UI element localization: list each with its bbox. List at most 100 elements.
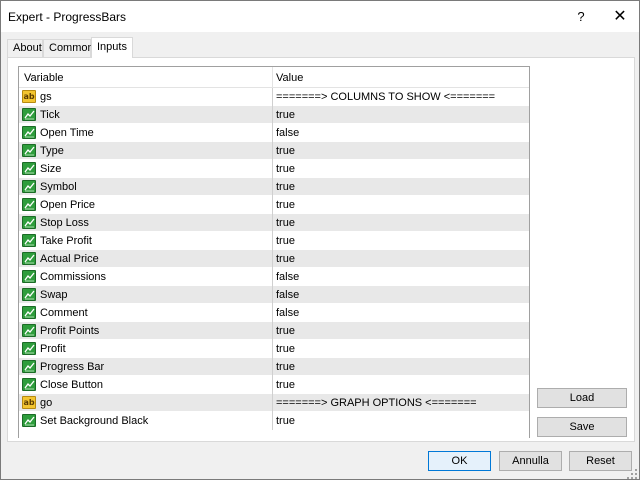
variable-cell[interactable]: Open Time <box>19 124 272 142</box>
variable-cell[interactable]: Actual Price <box>19 250 272 268</box>
variable-cell[interactable]: Open Price <box>19 196 272 214</box>
input-row[interactable]: Actual Price true <box>19 250 529 268</box>
column-header-value[interactable]: Value <box>276 72 303 84</box>
variable-cell[interactable]: ab gs <box>19 88 272 106</box>
resize-grip-icon[interactable] <box>627 469 637 479</box>
variable-name: Actual Price <box>40 253 99 265</box>
variable-cell[interactable]: Tick <box>19 106 272 124</box>
param-icon <box>22 108 36 121</box>
value-cell[interactable]: false <box>276 271 299 283</box>
value-cell[interactable]: false <box>276 307 299 319</box>
value-cell[interactable]: true <box>276 163 295 175</box>
input-row[interactable]: Open Price true <box>19 196 529 214</box>
variable-name: Type <box>40 145 64 157</box>
cell-divider <box>272 340 273 358</box>
input-row[interactable]: Open Time false <box>19 124 529 142</box>
input-row[interactable]: Take Profit true <box>19 232 529 250</box>
input-row[interactable]: Close Button true <box>19 376 529 394</box>
value-cell[interactable]: true <box>276 361 295 373</box>
variable-cell[interactable]: Type <box>19 142 272 160</box>
input-row[interactable]: Set Background Black true <box>19 412 529 430</box>
param-icon <box>22 198 36 211</box>
save-button[interactable]: Save <box>537 417 627 437</box>
variable-cell[interactable]: Comment <box>19 304 272 322</box>
input-row[interactable]: Commissions false <box>19 268 529 286</box>
cell-divider <box>272 250 273 268</box>
variable-cell[interactable]: Swap <box>19 286 272 304</box>
value-cell[interactable]: true <box>276 343 295 355</box>
value-cell[interactable]: true <box>276 199 295 211</box>
variable-name: Commissions <box>40 271 107 283</box>
value-cell[interactable]: =======> GRAPH OPTIONS <======= <box>276 397 477 409</box>
value-cell[interactable]: true <box>276 181 295 193</box>
value-cell[interactable]: false <box>276 289 299 301</box>
variable-name: gs <box>40 91 52 103</box>
value-cell[interactable]: true <box>276 379 295 391</box>
ok-button[interactable]: OK <box>428 451 491 471</box>
column-divider[interactable] <box>272 67 273 88</box>
variable-name: Open Time <box>40 127 94 139</box>
cell-divider <box>272 232 273 250</box>
variable-name: Take Profit <box>40 235 92 247</box>
cancel-button[interactable]: Annulla <box>499 451 562 471</box>
input-row[interactable]: Progress Bar true <box>19 358 529 376</box>
column-header-variable[interactable]: Variable <box>24 72 64 84</box>
param-icon <box>22 216 36 229</box>
value-cell[interactable]: true <box>276 145 295 157</box>
param-icon <box>22 126 36 139</box>
cell-divider <box>272 412 273 430</box>
cell-divider <box>272 376 273 394</box>
window-title: Expert - ProgressBars <box>8 10 127 24</box>
value-cell[interactable]: true <box>276 217 295 229</box>
variable-cell[interactable]: Close Button <box>19 376 272 394</box>
variable-cell[interactable]: Size <box>19 160 272 178</box>
tab-about[interactable]: About <box>7 39 43 57</box>
param-icon <box>22 180 36 193</box>
tab-common[interactable]: Common <box>43 39 94 57</box>
variable-cell[interactable]: Commissions <box>19 268 272 286</box>
title-bar[interactable]: Expert - ProgressBars ? ✕ <box>1 1 639 32</box>
input-row[interactable]: ab gs =======> COLUMNS TO SHOW <======= <box>19 88 529 106</box>
input-row[interactable]: Tick true <box>19 106 529 124</box>
variable-cell[interactable]: Profit Points <box>19 322 272 340</box>
inputs-panel: Variable Value ab gs =======> COLUMNS TO S… <box>7 57 635 442</box>
tab-inputs[interactable]: Inputs <box>91 37 133 58</box>
input-row[interactable]: Profit Points true <box>19 322 529 340</box>
value-cell[interactable]: true <box>276 325 295 337</box>
param-icon <box>22 234 36 247</box>
value-cell[interactable]: true <box>276 415 295 427</box>
help-icon[interactable]: ? <box>565 5 597 29</box>
reset-button[interactable]: Reset <box>569 451 632 471</box>
variable-cell[interactable]: Take Profit <box>19 232 272 250</box>
value-cell[interactable]: true <box>276 253 295 265</box>
input-row[interactable]: Profit true <box>19 340 529 358</box>
param-icon <box>22 360 36 373</box>
input-row[interactable]: Type true <box>19 142 529 160</box>
input-row[interactable]: Size true <box>19 160 529 178</box>
load-button[interactable]: Load <box>537 388 627 408</box>
param-icon <box>22 162 36 175</box>
variable-name: Swap <box>40 289 68 301</box>
input-row[interactable]: Comment false <box>19 304 529 322</box>
param-icon <box>22 288 36 301</box>
input-row[interactable]: ab go =======> GRAPH OPTIONS <======= <box>19 394 529 412</box>
variable-cell[interactable]: Progress Bar <box>19 358 272 376</box>
value-cell[interactable]: false <box>276 127 299 139</box>
cell-divider <box>272 142 273 160</box>
value-cell[interactable]: true <box>276 235 295 247</box>
input-row[interactable]: Stop Loss true <box>19 214 529 232</box>
input-row[interactable]: Symbol true <box>19 178 529 196</box>
param-icon <box>22 378 36 391</box>
input-row[interactable]: Swap false <box>19 286 529 304</box>
value-cell[interactable]: =======> COLUMNS TO SHOW <======= <box>276 91 495 103</box>
param-icon <box>22 252 36 265</box>
variable-cell[interactable]: Set Background Black <box>19 412 272 430</box>
variable-cell[interactable]: Symbol <box>19 178 272 196</box>
value-cell[interactable]: true <box>276 109 295 121</box>
variable-cell[interactable]: Stop Loss <box>19 214 272 232</box>
variable-name: go <box>40 397 53 409</box>
variable-cell[interactable]: Profit <box>19 340 272 358</box>
close-icon[interactable]: ✕ <box>604 5 636 29</box>
variable-cell[interactable]: ab go <box>19 394 272 412</box>
param-icon <box>22 342 36 355</box>
